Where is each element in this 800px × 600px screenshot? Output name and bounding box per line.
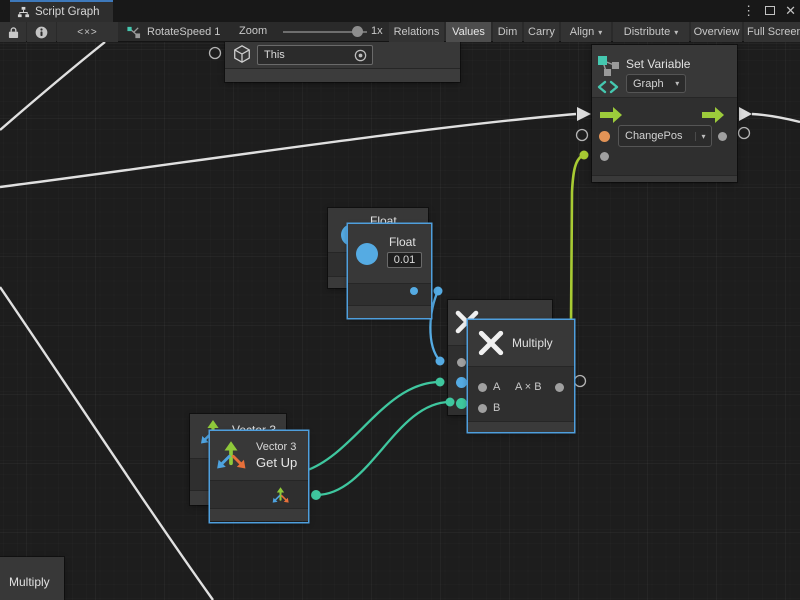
multiply-icon (477, 329, 505, 357)
value-in-port[interactable] (600, 152, 609, 161)
vector3-icon (216, 439, 246, 469)
values-button[interactable]: Values (446, 22, 491, 42)
variable-name-dropdown[interactable]: ChangePos ▾ (618, 125, 712, 147)
float-node[interactable]: Float 0.01 (348, 224, 431, 318)
port-hint-circle (577, 130, 588, 141)
wire-offscreen-top-left[interactable] (0, 42, 105, 130)
flow-in-port[interactable] (600, 107, 622, 123)
vector3-title: Vector 3 (256, 441, 296, 453)
wire-end-dot (436, 378, 445, 387)
chevron-down-icon: ▾ (598, 28, 602, 37)
dim-button[interactable]: Dim (493, 22, 522, 42)
result-label: A × B (515, 381, 542, 393)
info-button[interactable] (27, 22, 56, 42)
chevron-down-icon: ▾ (674, 28, 678, 37)
close-icon[interactable]: ✕ (785, 0, 796, 22)
vector3-get-up-node[interactable]: Vector 3 Get Up (210, 431, 308, 522)
lock-icon (8, 26, 19, 39)
set-variable-title: Set Variable (626, 57, 690, 71)
overview-button[interactable]: Overview (691, 22, 742, 42)
get-up-subtitle: Get Up (256, 455, 297, 470)
wire-flow-into-set-variable[interactable] (0, 114, 576, 187)
set-variable-icon (596, 54, 623, 96)
wire-multiply-to-set-variable[interactable] (571, 155, 584, 327)
lock-button[interactable] (0, 22, 26, 42)
variable-port[interactable] (599, 131, 610, 142)
this-node[interactable]: This (225, 42, 460, 82)
wire-vector3-to-multiply-a[interactable] (305, 382, 440, 471)
chevron-down-icon: ▾ (670, 79, 685, 88)
toolbar: <×> RotateSpeed 1 Zoom 1x Relations Valu… (0, 22, 800, 42)
port-hint-circle (739, 128, 750, 139)
this-target-field[interactable]: This (257, 45, 373, 65)
multiply-node[interactable]: Multiply A A × B B (468, 320, 574, 432)
tab-bar: Script Graph ⋮ ✕ (0, 0, 800, 22)
script-graph-window: Script Graph ⋮ ✕ <×> (0, 0, 800, 600)
zoom-slider-handle[interactable] (352, 26, 363, 37)
code-view-button[interactable]: <×> (57, 22, 118, 42)
flow-out-port[interactable] (702, 107, 724, 123)
tab-title: Script Graph (35, 6, 100, 18)
wire-offscreen-bottom-left[interactable] (0, 287, 213, 600)
port[interactable] (456, 398, 467, 409)
script-graph-icon (17, 6, 30, 19)
set-variable-node[interactable]: Set Variable Graph ▾ ChangePos ▾ (592, 45, 737, 182)
this-label: This (258, 49, 353, 61)
variable-scope-dropdown[interactable]: Graph ▾ (626, 74, 686, 93)
port[interactable] (457, 358, 466, 367)
wire-flow-out-of-set-variable[interactable] (752, 114, 800, 122)
port[interactable] (456, 377, 467, 388)
port-b[interactable] (478, 404, 487, 413)
tab-script-graph[interactable]: Script Graph (10, 0, 113, 22)
partial-multiply-node[interactable]: Multiply (0, 557, 64, 600)
wire-end-dot (311, 490, 321, 500)
zoom-label: Zoom (239, 25, 267, 37)
port-hint-circle (210, 48, 221, 59)
wire-end-dot (434, 287, 443, 296)
zoom-value: 1x (371, 25, 383, 37)
fullscreen-button[interactable]: Full Screen (744, 22, 800, 42)
float-icon (356, 243, 378, 265)
align-button[interactable]: Align▾ (561, 22, 611, 42)
graph-breadcrumb[interactable]: RotateSpeed 1 (126, 22, 236, 42)
carry-button[interactable]: Carry (524, 22, 559, 42)
wire-end-dot (436, 357, 445, 366)
graph-name: RotateSpeed 1 (147, 26, 220, 38)
maximize-icon[interactable] (765, 0, 775, 22)
wire-vector3-to-multiply-b[interactable] (316, 402, 450, 495)
float-out-port[interactable] (410, 287, 418, 295)
distribute-button[interactable]: Distribute▾ (613, 22, 689, 42)
relations-button[interactable]: Relations (389, 22, 444, 42)
result-port[interactable] (555, 383, 564, 392)
object-picker-icon[interactable] (353, 48, 368, 63)
partial-multiply-title: Multiply (9, 575, 50, 589)
wire-arrow-in (577, 107, 591, 121)
float-value-field[interactable]: 0.01 (387, 252, 422, 268)
float-title: Float (389, 235, 416, 249)
port-b-label: B (493, 402, 500, 414)
graph-breadcrumb-icon (126, 25, 141, 40)
chevron-down-icon: ▾ (695, 132, 711, 141)
info-icon (35, 26, 48, 39)
port-a-label: A (493, 381, 500, 393)
multiply-title: Multiply (512, 336, 553, 350)
port-a[interactable] (478, 383, 487, 392)
cube-icon (232, 44, 252, 64)
wire-arrow-out (739, 107, 752, 121)
wire-end-dot (580, 151, 589, 160)
vector3-out-port[interactable] (272, 486, 289, 503)
port-hint-circle (575, 376, 586, 387)
graph-canvas[interactable]: Float Vector 3 (0, 42, 800, 600)
value-out-port[interactable] (718, 132, 727, 141)
wire-float-to-multiply[interactable] (430, 291, 440, 361)
kebab-menu-icon[interactable]: ⋮ (742, 0, 755, 22)
